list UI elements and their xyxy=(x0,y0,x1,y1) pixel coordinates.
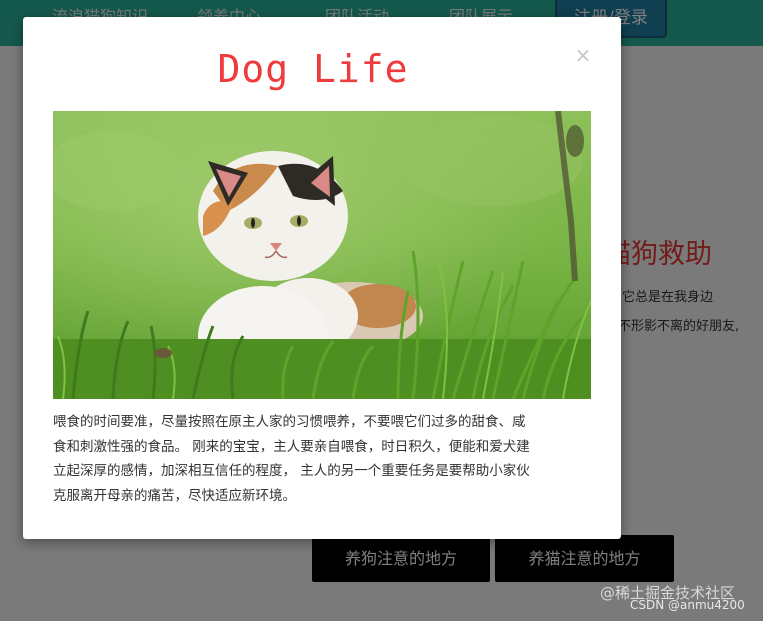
modal-body-text: 喂食的时间要准，尽量按照在原主人家的习惯喂养，不要喂它们过多的甜食、咸 食和刺激… xyxy=(53,410,591,508)
modal-dialog: Dog Life × 喂食的时间要准，尽量按照在原主人家的习惯喂养，不要喂它们过… xyxy=(23,17,621,539)
close-icon[interactable]: × xyxy=(572,44,594,66)
modal-text-line: 立起深厚的感情，加深相互信任的程度， 主人的另一个重要任务是要帮助小家伙 xyxy=(53,463,530,479)
modal-title: Dog Life xyxy=(217,47,409,91)
modal-text-line: 食和刺激性强的食品。 刚来的宝宝，主人要亲自喂食，时日积久，便能和爱犬建 xyxy=(53,438,530,455)
modal-text-line: 喂食的时间要准，尽量按照在原主人家的习惯喂养，不要喂它们过多的甜食、咸 xyxy=(53,414,526,430)
csdn-watermark: CSDN @anmu4200 xyxy=(630,598,745,612)
modal-text-line: 克服离开母亲的痛苦，尽快适应新环境。 xyxy=(53,487,296,504)
cat-photo xyxy=(53,111,591,399)
